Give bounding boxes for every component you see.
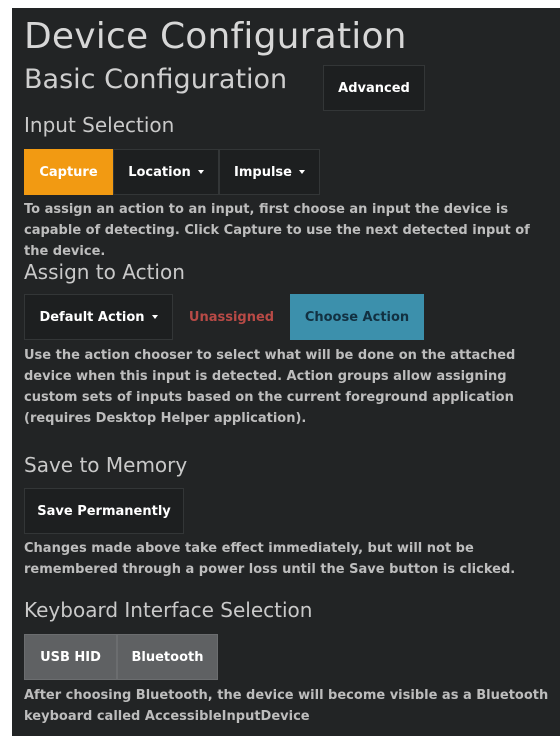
section-title-basic: Basic Configuration [24,64,288,95]
unassigned-status: Unassigned [173,294,290,340]
capture-button-label: Capture [39,164,98,180]
usb-hid-button[interactable]: USB HID [24,634,117,680]
chevron-down-icon [197,170,204,174]
unassigned-status-label: Unassigned [188,309,275,325]
device-config-panel: Device Configuration Basic Configuration… [12,8,560,736]
default-action-dropdown-label: Default Action [39,309,145,325]
location-dropdown[interactable]: Location [113,149,219,195]
assign-action-description: Use the action chooser to select what wi… [24,348,516,426]
save-memory-heading: Save to Memory [24,453,188,477]
keyboard-interface-description: After choosing Bluetooth, the device wil… [24,688,549,724]
impulse-dropdown[interactable]: Impulse [219,149,320,195]
impulse-dropdown-label: Impulse [234,164,292,180]
input-selection-description: To assign an action to an input, first c… [24,202,530,259]
location-dropdown-label: Location [128,164,191,180]
advanced-button[interactable]: Advanced [323,65,425,111]
default-action-dropdown[interactable]: Default Action [24,294,173,340]
capture-button[interactable]: Capture [24,149,113,195]
advanced-button-label: Advanced [338,80,410,96]
chevron-down-icon [151,315,158,319]
page-title: Device Configuration [24,16,407,57]
input-selection-heading: Input Selection [24,113,175,137]
bluetooth-button[interactable]: Bluetooth [117,634,218,680]
chevron-down-icon [298,170,305,174]
keyboard-interface-heading: Keyboard Interface Selection [24,598,313,622]
assign-action-heading: Assign to Action [24,260,185,284]
save-permanently-button-label: Save Permanently [37,503,171,519]
bluetooth-button-label: Bluetooth [131,649,204,665]
usb-hid-button-label: USB HID [40,649,101,665]
choose-action-button[interactable]: Choose Action [290,294,424,340]
save-memory-description: Changes made above take effect immediate… [24,541,516,577]
save-permanently-button[interactable]: Save Permanently [24,488,184,534]
choose-action-button-label: Choose Action [304,309,410,325]
